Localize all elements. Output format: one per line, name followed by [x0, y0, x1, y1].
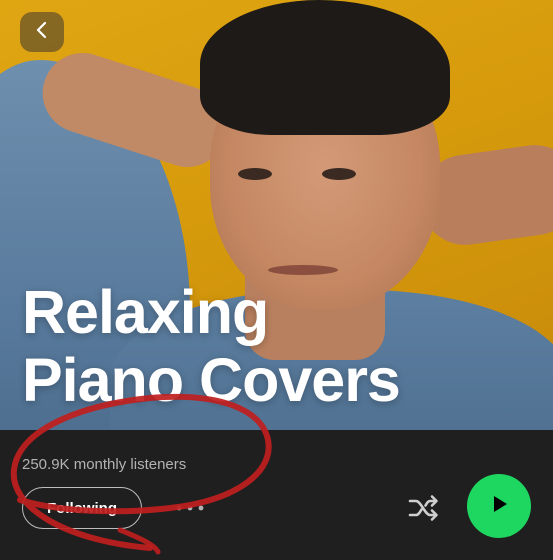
more-options-button[interactable] [172, 496, 208, 520]
shuffle-icon [407, 493, 441, 528]
following-button[interactable]: Following [22, 487, 142, 529]
more-horizontal-icon [175, 499, 205, 517]
play-icon [487, 492, 511, 521]
artist-actions-panel: 250.9K monthly listeners Following [0, 430, 553, 560]
shuffle-button[interactable] [404, 490, 444, 530]
monthly-listeners: 250.9K monthly listeners [22, 456, 187, 473]
artist-page: Relaxing Piano Covers 250.9K monthly lis… [0, 0, 553, 560]
back-button[interactable] [20, 12, 64, 52]
play-button[interactable] [467, 474, 531, 538]
chevron-left-icon [32, 20, 52, 45]
artist-name: Relaxing Piano Covers [22, 278, 401, 414]
